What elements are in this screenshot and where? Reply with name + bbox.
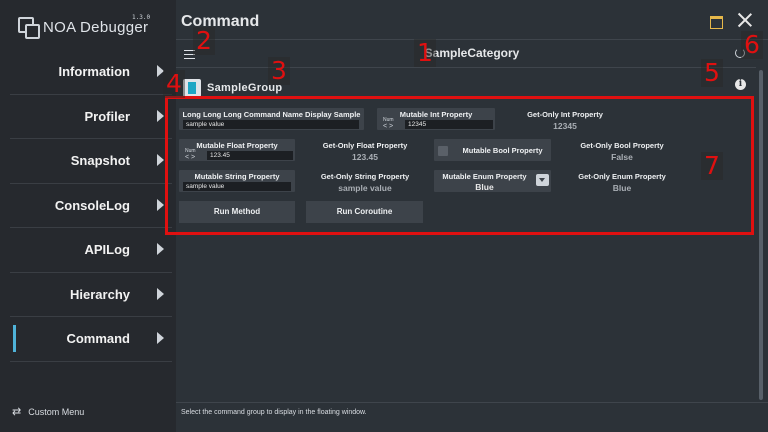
sidebar-item-label: Hierarchy xyxy=(70,286,130,302)
app-logo: NOA Debugger xyxy=(18,14,148,40)
sidebar-item-consolelog[interactable]: ConsoleLog xyxy=(10,184,172,228)
sidebar: NOA Debugger 1.3.0 Information Profiler … xyxy=(0,0,176,432)
app-title: NOA Debugger xyxy=(43,18,149,36)
sidebar-item-snapshot[interactable]: Snapshot xyxy=(10,139,172,184)
scrollbar[interactable] xyxy=(759,70,763,400)
sidebar-nav: Information Profiler Snapshot ConsoleLog… xyxy=(10,50,172,362)
floating-window-icon[interactable] xyxy=(710,16,723,29)
sidebar-item-label: Profiler xyxy=(84,108,130,124)
sidebar-item-label: Information xyxy=(58,64,131,79)
custom-menu-button[interactable]: ⇄ Custom Menu xyxy=(12,405,84,418)
sidebar-item-apilog[interactable]: APILog xyxy=(10,228,172,273)
sidebar-item-command[interactable]: Command xyxy=(10,317,172,362)
divider xyxy=(176,402,768,403)
sidebar-item-label: Command xyxy=(66,331,130,346)
chevron-right-icon xyxy=(157,154,164,166)
sidebar-item-information[interactable]: Information xyxy=(10,50,172,95)
sidebar-item-profiler[interactable]: Profiler xyxy=(10,95,172,139)
divider xyxy=(176,39,768,40)
swap-arrows-icon: ⇄ xyxy=(12,406,22,418)
callout-number-7: 7 xyxy=(701,152,723,180)
sidebar-item-label: ConsoleLog xyxy=(54,197,130,213)
sidebar-item-label: APILog xyxy=(84,242,131,257)
category-title: SampleCategory xyxy=(424,46,520,60)
callout-box-commands xyxy=(165,96,754,235)
scroll-thumb[interactable] xyxy=(759,70,763,400)
sidebar-item-hierarchy[interactable]: Hierarchy xyxy=(10,273,172,317)
app-version: 1.3.0 xyxy=(132,14,151,21)
callout-number-1: 1 xyxy=(414,39,436,67)
callout-number-5: 5 xyxy=(701,59,723,87)
chevron-right-icon xyxy=(157,198,164,211)
divider xyxy=(176,67,756,68)
chevron-right-icon xyxy=(157,243,164,255)
chevron-right-icon xyxy=(157,332,164,344)
sidebar-item-label: Snapshot xyxy=(70,153,130,168)
chevron-right-icon xyxy=(157,287,164,300)
chevron-right-icon xyxy=(157,109,164,122)
status-hint: Select the command group to display in t… xyxy=(181,409,367,416)
info-icon[interactable]: i xyxy=(735,79,746,90)
callout-number-3: 3 xyxy=(268,57,290,85)
noa-logo-icon xyxy=(18,17,40,39)
close-icon[interactable] xyxy=(736,11,754,29)
callout-number-6: 6 xyxy=(741,31,763,59)
active-indicator xyxy=(13,325,16,352)
callout-number-2: 2 xyxy=(193,27,215,55)
custom-menu-label: Custom Menu xyxy=(28,406,85,417)
callout-number-4: 4 xyxy=(163,70,185,98)
group-pin-toggle[interactable] xyxy=(183,79,201,97)
